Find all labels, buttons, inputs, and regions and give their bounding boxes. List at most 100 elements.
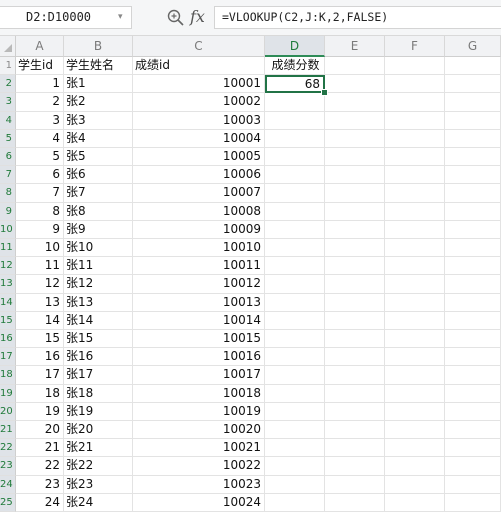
cell-c-14[interactable]: 10013 — [133, 293, 265, 312]
row-header[interactable]: 12 — [0, 257, 16, 276]
empty-cell[interactable] — [385, 148, 445, 167]
empty-cell[interactable] — [385, 439, 445, 458]
cell-d-14[interactable] — [265, 293, 325, 312]
cell-a-13[interactable]: 12 — [16, 275, 64, 294]
chevron-down-icon[interactable]: ▾ — [118, 12, 123, 22]
row-header[interactable]: 23 — [0, 457, 16, 476]
fx-icon[interactable]: fx — [190, 5, 205, 29]
empty-cell[interactable] — [385, 184, 445, 203]
empty-cell[interactable] — [325, 421, 385, 440]
empty-cell[interactable] — [385, 166, 445, 185]
cell-c-9[interactable]: 10008 — [133, 202, 265, 221]
cell-c-21[interactable]: 10020 — [133, 421, 265, 440]
select-all-corner[interactable] — [0, 36, 16, 57]
cell-d-11[interactable] — [265, 239, 325, 258]
cell-b-5[interactable]: 张4 — [64, 129, 133, 148]
cell-b-20[interactable]: 张19 — [64, 402, 133, 421]
row-header[interactable]: 13 — [0, 275, 16, 294]
empty-cell[interactable] — [385, 75, 445, 94]
fill-handle[interactable] — [321, 89, 328, 97]
cell-c-11[interactable]: 10010 — [133, 239, 265, 258]
empty-cell[interactable] — [325, 148, 385, 167]
empty-cell[interactable] — [385, 475, 445, 494]
column-header-a[interactable]: A — [16, 36, 64, 57]
cell-a-7[interactable]: 6 — [16, 166, 64, 185]
cell-d-13[interactable] — [265, 275, 325, 294]
empty-cell[interactable] — [445, 330, 501, 349]
empty-cell[interactable] — [325, 366, 385, 385]
empty-cell[interactable] — [385, 402, 445, 421]
cell-a-3[interactable]: 2 — [16, 93, 64, 112]
empty-cell[interactable] — [445, 239, 501, 258]
cell-a-5[interactable]: 4 — [16, 129, 64, 148]
cell-b-7[interactable]: 张6 — [64, 166, 133, 185]
cell-d-25[interactable] — [265, 493, 325, 512]
empty-cell[interactable] — [445, 475, 501, 494]
cell-a-10[interactable]: 9 — [16, 220, 64, 239]
cell-b-23[interactable]: 张22 — [64, 457, 133, 476]
cell-d-15[interactable] — [265, 311, 325, 330]
cell-c-23[interactable]: 10022 — [133, 457, 265, 476]
row-header[interactable]: 10 — [0, 220, 16, 239]
cell-b-21[interactable]: 张20 — [64, 421, 133, 440]
row-header[interactable]: 5 — [0, 129, 16, 148]
empty-cell[interactable] — [385, 311, 445, 330]
cell-b-19[interactable]: 张18 — [64, 384, 133, 403]
empty-cell[interactable] — [445, 457, 501, 476]
column-header-f[interactable]: F — [385, 36, 445, 57]
cell-a-17[interactable]: 16 — [16, 348, 64, 367]
cell-d-5[interactable] — [265, 129, 325, 148]
cell-b-24[interactable]: 张23 — [64, 475, 133, 494]
cell-b-11[interactable]: 张10 — [64, 239, 133, 258]
cell-c-17[interactable]: 10016 — [133, 348, 265, 367]
cell-b-2[interactable]: 张1 — [64, 75, 133, 94]
row-header[interactable]: 24 — [0, 475, 16, 494]
empty-cell[interactable] — [445, 129, 501, 148]
column-header-d[interactable]: D — [265, 36, 325, 57]
row-header[interactable]: 9 — [0, 202, 16, 221]
cell-d-3[interactable] — [265, 93, 325, 112]
cell-b-1[interactable]: 学生姓名 — [64, 57, 133, 76]
empty-cell[interactable] — [445, 275, 501, 294]
cell-b-3[interactable]: 张2 — [64, 93, 133, 112]
empty-cell[interactable] — [385, 493, 445, 512]
cell-d-17[interactable] — [265, 348, 325, 367]
cell-a-12[interactable]: 11 — [16, 257, 64, 276]
cell-b-6[interactable]: 张5 — [64, 148, 133, 167]
row-header[interactable]: 15 — [0, 311, 16, 330]
cell-d-22[interactable] — [265, 439, 325, 458]
empty-cell[interactable] — [445, 439, 501, 458]
empty-cell[interactable] — [325, 57, 385, 76]
cell-a-15[interactable]: 14 — [16, 311, 64, 330]
cell-c-7[interactable]: 10006 — [133, 166, 265, 185]
empty-cell[interactable] — [385, 111, 445, 130]
cell-b-22[interactable]: 张21 — [64, 439, 133, 458]
cell-d-21[interactable] — [265, 421, 325, 440]
row-header[interactable]: 8 — [0, 184, 16, 203]
column-header-c[interactable]: C — [133, 36, 265, 57]
cell-c-2[interactable]: 10001 — [133, 75, 265, 94]
empty-cell[interactable] — [445, 75, 501, 94]
cell-a-20[interactable]: 19 — [16, 402, 64, 421]
cell-b-9[interactable]: 张8 — [64, 202, 133, 221]
row-header[interactable]: 16 — [0, 330, 16, 349]
row-header[interactable]: 14 — [0, 293, 16, 312]
cell-a-19[interactable]: 18 — [16, 384, 64, 403]
row-header[interactable]: 7 — [0, 166, 16, 185]
empty-cell[interactable] — [445, 184, 501, 203]
cell-a-8[interactable]: 7 — [16, 184, 64, 203]
row-header[interactable]: 6 — [0, 148, 16, 167]
cell-d-4[interactable] — [265, 111, 325, 130]
row-header[interactable]: 11 — [0, 239, 16, 258]
cell-a-14[interactable]: 13 — [16, 293, 64, 312]
empty-cell[interactable] — [385, 366, 445, 385]
cell-c-19[interactable]: 10018 — [133, 384, 265, 403]
empty-cell[interactable] — [325, 75, 385, 94]
column-header-g[interactable]: G — [445, 36, 501, 57]
empty-cell[interactable] — [325, 311, 385, 330]
cell-a-16[interactable]: 15 — [16, 330, 64, 349]
cell-d-16[interactable] — [265, 330, 325, 349]
empty-cell[interactable] — [445, 493, 501, 512]
empty-cell[interactable] — [445, 257, 501, 276]
empty-cell[interactable] — [385, 239, 445, 258]
